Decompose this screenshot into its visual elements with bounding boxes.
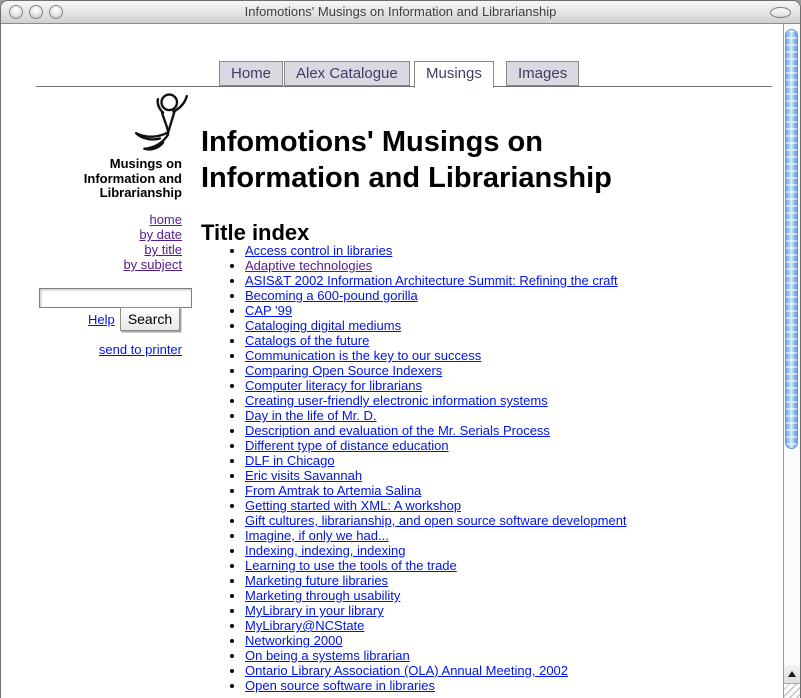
title-link[interactable]: Getting started with XML: A workshop: [245, 498, 461, 513]
title-link[interactable]: Catalogs of the future: [245, 333, 369, 348]
list-item: Learning to use the tools of the trade: [245, 558, 801, 573]
list-item: Ontario Library Association (OLA) Annual…: [245, 663, 801, 678]
sidebar-link-home[interactable]: home: [21, 212, 182, 227]
send-to-printer-link[interactable]: send to printer: [99, 342, 182, 357]
list-item: Different type of distance education: [245, 438, 801, 453]
tab-alex-catalogue[interactable]: Alex Catalogue: [284, 61, 410, 86]
scroll-up-button[interactable]: [784, 665, 800, 683]
title-link[interactable]: ASIS&T 2002 Information Architecture Sum…: [245, 273, 618, 288]
title-link[interactable]: Cataloging digital mediums: [245, 318, 401, 333]
title-link[interactable]: CAP '99: [245, 303, 292, 318]
tab-home[interactable]: Home: [219, 61, 283, 86]
scrollbar-thumb[interactable]: [785, 29, 798, 449]
title-link[interactable]: Day in the life of Mr. D.: [245, 408, 377, 423]
title-link[interactable]: Becoming a 600-pound gorilla: [245, 288, 418, 303]
list-item: Access control in libraries: [245, 243, 801, 258]
list-item: Communication is the key to our success: [245, 348, 801, 363]
sidebar-site-caption: Musings on Information and Librarianship: [72, 157, 182, 201]
list-item: Getting started with XML: A workshop: [245, 498, 801, 513]
list-item: ASIS&T 2002 Information Architecture Sum…: [245, 273, 801, 288]
help-link[interactable]: Help: [88, 312, 115, 327]
tab-label: Alex Catalogue: [296, 65, 398, 82]
vertical-scrollbar[interactable]: [783, 24, 800, 698]
list-item: Day in the life of Mr. D.: [245, 408, 801, 423]
tab-label: Musings: [426, 65, 482, 82]
list-item: Marketing future libraries: [245, 573, 801, 588]
title-link[interactable]: Indexing, indexing, indexing: [245, 543, 405, 558]
sidebar-link-by-title[interactable]: by title: [21, 242, 182, 257]
search-input[interactable]: [39, 288, 192, 308]
sidebar-link-by-subject[interactable]: by subject: [21, 257, 182, 272]
title-link[interactable]: Creating user-friendly electronic inform…: [245, 393, 548, 408]
title-link[interactable]: Imagine, if only we had...: [245, 528, 389, 543]
tab-musings[interactable]: Musings: [414, 61, 494, 88]
page-title: Infomotions' Musings on Information and …: [201, 124, 691, 196]
list-item: CAP '99: [245, 303, 801, 318]
tab-images[interactable]: Images: [506, 61, 579, 86]
toolbar-toggle-icon[interactable]: [770, 7, 791, 18]
leaping-figure-logo-icon: [132, 92, 190, 156]
list-item: Becoming a 600-pound gorilla: [245, 288, 801, 303]
list-item: Cataloging digital mediums: [245, 318, 801, 333]
title-link[interactable]: MyLibrary@NCState: [245, 618, 364, 633]
sidebar-link-by-date[interactable]: by date: [21, 227, 182, 242]
list-item: Marketing through usability: [245, 588, 801, 603]
title-bar: Infomotions' Musings on Information and …: [1, 1, 800, 24]
print-link-row: send to printer: [21, 342, 182, 357]
list-item: Creating user-friendly electronic inform…: [245, 393, 801, 408]
title-link[interactable]: Marketing through usability: [245, 588, 400, 603]
title-index-list: Access control in libraries Adaptive tec…: [201, 243, 801, 693]
list-item: Open source software in libraries: [245, 678, 801, 693]
resize-grip-icon[interactable]: [784, 683, 800, 698]
tab-bar-rule: [36, 86, 772, 87]
list-item: Catalogs of the future: [245, 333, 801, 348]
list-item: Networking 2000: [245, 633, 801, 648]
title-link[interactable]: MyLibrary in your library: [245, 603, 384, 618]
title-link[interactable]: DLF in Chicago: [245, 453, 335, 468]
list-item: Adaptive technologies: [245, 258, 801, 273]
title-link[interactable]: Marketing future libraries: [245, 573, 388, 588]
title-link[interactable]: Comparing Open Source Indexers: [245, 363, 442, 378]
list-item: DLF in Chicago: [245, 453, 801, 468]
list-item: Imagine, if only we had...: [245, 528, 801, 543]
list-item: Eric visits Savannah: [245, 468, 801, 483]
title-link[interactable]: Communication is the key to our success: [245, 348, 481, 363]
title-link[interactable]: From Amtrak to Artemia Salina: [245, 483, 421, 498]
list-item: Description and evaluation of the Mr. Se…: [245, 423, 801, 438]
title-link[interactable]: Description and evaluation of the Mr. Se…: [245, 423, 550, 438]
window-title: Infomotions' Musings on Information and …: [1, 1, 800, 23]
list-item: On being a systems librarian: [245, 648, 801, 663]
triangle-up-icon: [788, 671, 796, 677]
list-item: From Amtrak to Artemia Salina: [245, 483, 801, 498]
list-item: MyLibrary in your library: [245, 603, 801, 618]
title-link[interactable]: Computer literacy for librarians: [245, 378, 422, 393]
list-item: Computer literacy for librarians: [245, 378, 801, 393]
list-item: Comparing Open Source Indexers: [245, 363, 801, 378]
tab-label: Home: [231, 65, 271, 82]
tab-label: Images: [518, 65, 567, 82]
search-button[interactable]: Search: [120, 307, 180, 331]
title-link[interactable]: Access control in libraries: [245, 243, 392, 258]
list-item: Indexing, indexing, indexing: [245, 543, 801, 558]
title-link[interactable]: Ontario Library Association (OLA) Annual…: [245, 663, 568, 678]
browser-window: Infomotions' Musings on Information and …: [0, 0, 801, 698]
sidebar-nav: home by date by title by subject: [21, 212, 182, 272]
title-link[interactable]: Different type of distance education: [245, 438, 449, 453]
title-link[interactable]: Eric visits Savannah: [245, 468, 362, 483]
title-link[interactable]: Networking 2000: [245, 633, 343, 648]
title-link[interactable]: Gift cultures, librarianship, and open s…: [245, 513, 627, 528]
title-link[interactable]: Open source software in libraries: [245, 678, 435, 693]
title-link[interactable]: Adaptive technologies: [245, 258, 372, 273]
title-link[interactable]: On being a systems librarian: [245, 648, 410, 663]
list-item: MyLibrary@NCState: [245, 618, 801, 633]
list-item: Gift cultures, librarianship, and open s…: [245, 513, 801, 528]
section-title: Title index: [201, 221, 309, 245]
title-link[interactable]: Learning to use the tools of the trade: [245, 558, 457, 573]
